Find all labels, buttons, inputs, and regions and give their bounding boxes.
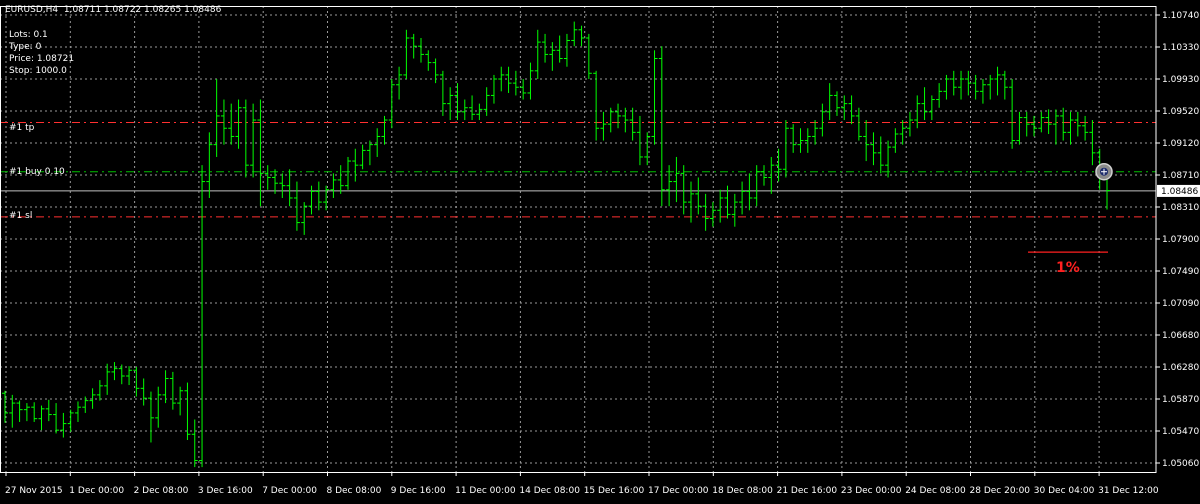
x-tick-label: 28 Dec 20:00	[970, 486, 1031, 496]
type-info: Type: 0	[9, 42, 41, 52]
x-tick-label: 2 Dec 08:00	[134, 486, 189, 496]
y-tick-label: 1.05470	[1162, 427, 1199, 437]
y-tick-label: 1.06280	[1162, 363, 1199, 373]
x-tick-label: 24 Dec 08:00	[905, 486, 966, 496]
x-tick-label: 23 Dec 00:00	[841, 486, 902, 496]
y-tick-label: 1.06680	[1162, 331, 1199, 341]
price-info: Price: 1.08721	[9, 54, 74, 64]
current-price-label: 1.08486	[1161, 187, 1198, 197]
x-tick-label: 15 Dec 16:00	[584, 486, 645, 496]
y-tick-label: 1.09120	[1162, 139, 1199, 149]
x-tick-label: 3 Dec 16:00	[198, 486, 253, 496]
buy-label: #1 buy 0.10	[9, 167, 65, 177]
x-tick-label: 31 Dec 12:00	[1098, 486, 1159, 496]
x-tick-label: 17 Dec 00:00	[648, 486, 709, 496]
x-tick-label: 1 Dec 00:00	[69, 486, 124, 496]
y-tick-label: 1.10330	[1162, 43, 1199, 53]
y-tick-label: 1.07900	[1162, 235, 1199, 245]
percent-label: 1%	[1056, 260, 1080, 276]
x-tick-label: 14 Dec 08:00	[519, 486, 580, 496]
y-tick-label: 1.09520	[1162, 107, 1199, 117]
y-tick-label: 1.07090	[1162, 299, 1199, 309]
ohlc-values: 1.08711 1.08722 1.08265 1.08486	[64, 5, 221, 15]
tp-label: #1 tp	[9, 123, 34, 133]
y-tick-label: 1.05870	[1162, 395, 1199, 405]
symbol-name: EURUSD,H4	[5, 5, 58, 15]
lots-info: Lots: 0.1	[9, 30, 48, 40]
y-tick-label: 1.10740	[1162, 11, 1199, 21]
x-tick-label: 27 Nov 2015	[5, 486, 63, 496]
x-tick-label: 7 Dec 00:00	[262, 486, 317, 496]
sl-label: #1 sl	[9, 211, 32, 221]
y-tick-label: 1.09930	[1162, 75, 1199, 85]
x-tick-label: 8 Dec 08:00	[327, 486, 382, 496]
x-tick-label: 18 Dec 08:00	[712, 486, 773, 496]
stop-info: Stop: 1000.0	[9, 66, 67, 76]
y-tick-label: 1.05060	[1162, 459, 1199, 469]
x-tick-label: 21 Dec 16:00	[777, 486, 838, 496]
price-chart[interactable]: 1.10740 1.10330 1.09930 1.09520 1.09120 1.087…	[0, 0, 1200, 500]
x-tick-label: 9 Dec 16:00	[391, 486, 446, 496]
y-tick-label: 1.07490	[1162, 267, 1199, 277]
x-tick-label: 11 Dec 00:00	[455, 486, 516, 496]
y-tick-label: 1.08710	[1162, 171, 1199, 181]
chart-canvas[interactable]: 1.10740 1.10330 1.09930 1.09520 1.09120 1.087…	[0, 0, 1200, 500]
x-tick-label: 30 Dec 04:00	[1034, 486, 1095, 496]
symbol-header: EURUSD,H4 1.08711 1.08722 1.08265 1.0848…	[5, 5, 221, 15]
entry-marker	[1096, 164, 1112, 180]
y-tick-label: 1.08310	[1162, 203, 1199, 213]
